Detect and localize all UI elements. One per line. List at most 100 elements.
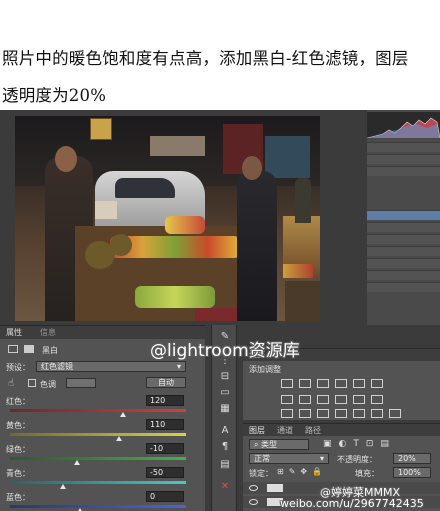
tab-channels[interactable]: 通道 [277,425,293,436]
adjustments-title: 添加调整 [249,365,281,374]
mask-icon[interactable] [24,345,34,353]
mini-layer[interactable] [367,234,440,244]
tint-checkbox[interactable] [28,379,36,387]
tab-properties[interactable]: 属性 [6,327,22,338]
slider-value-input[interactable]: 0 [146,491,184,502]
man-right-head [242,156,262,180]
swatch-tool-icon[interactable]: ▦ [218,403,232,415]
text-tool-icon[interactable]: A [218,425,232,437]
slider-thumb[interactable] [59,484,66,489]
adjustment-type-icon[interactable] [335,395,347,404]
slider-value-input[interactable]: 110 [146,419,184,430]
right-fruit [283,264,313,278]
slider-track[interactable] [10,409,186,412]
adjustment-type-icon[interactable] [335,409,347,418]
man-left-head [55,146,77,172]
adjustment-type-icon[interactable] [299,379,311,388]
auto-button[interactable]: 自动 [146,377,186,388]
mini-row [367,166,440,176]
slider-track[interactable] [10,481,186,484]
right-stall-lower [285,281,320,321]
adjustment-type-icon[interactable] [389,409,401,418]
slider-value-input[interactable]: -50 [146,467,184,478]
adjustment-type-icon[interactable] [353,379,365,388]
search-icon: ⌕ [254,440,262,449]
watermark-weibo-url: weibo.com/u/2967742435 [280,497,424,510]
preset-select[interactable]: 红色滤镜 ▾ [36,361,186,372]
paragraph-tool-icon[interactable]: ¶ [218,441,232,453]
fill-input[interactable]: 100% [393,467,431,478]
slider-value-input[interactable]: 120 [146,395,184,406]
slider-track[interactable] [10,505,186,508]
histogram [366,112,440,139]
adjustment-type-icon[interactable] [335,379,347,388]
adjustment-type-icon[interactable] [281,409,293,418]
mini-layer[interactable] [367,246,440,256]
blue-shop-front [265,136,310,178]
tab-layers[interactable]: 图层 [249,425,265,436]
tint-color-swatch[interactable] [66,378,96,388]
adjustment-type-icon[interactable] [317,409,329,418]
layer-tool-icon[interactable]: ▤ [218,459,232,471]
adjustment-name: 黑白 [42,346,58,355]
lock-icons[interactable]: ⊞✎✥🔒 [277,467,327,476]
car-window [115,178,175,198]
filter-row: ⌕ 类型 ▣◐T⊡▤ [243,439,440,450]
fill-label: 填充： [355,469,379,478]
paper-bag [95,201,117,219]
opacity-input[interactable]: 20% [393,453,431,464]
slider-value-input[interactable]: -10 [146,443,184,454]
blend-mode-value: 正常 [254,454,270,463]
adjustment-type-icon[interactable] [353,395,365,404]
blend-mode-select[interactable]: 正常 ▾ [249,453,329,464]
chevron-down-icon: ▾ [319,454,324,463]
adjustment-type-icon[interactable] [299,395,311,404]
caption-line-1: 照片中的暖色饱和度有点高，添加黑白-红色滤镜，图层 [2,49,409,68]
photoshop-window: 属性 信息 黑白 预设： 红色滤镜 ▾ ☝ 色调 自动 红色： 120 黄色： 110… [0,110,440,511]
shop-sign [90,118,112,140]
adjustment-icon [8,345,18,353]
adjustment-type-icon[interactable] [281,379,293,388]
storefront-lights [150,136,205,156]
adjustment-type-icon[interactable] [299,409,311,418]
slider-thumb[interactable] [73,460,80,465]
layers-tabs: 图层 通道 路径 [243,424,440,436]
adjustment-type-icon[interactable] [281,395,293,404]
chevron-down-icon: ▾ [176,362,181,371]
panel-tool-icon[interactable]: ▭ [218,387,232,399]
lock-row: 锁定： ⊞✎✥🔒 填充： 100% [243,467,440,478]
tab-paths[interactable]: 路径 [305,425,321,436]
mini-layer[interactable] [367,282,440,292]
slider-track[interactable] [10,433,186,436]
tint-label: 色调 [40,380,56,389]
mini-row [367,154,440,164]
mini-layer[interactable] [367,270,440,280]
preset-label: 预设： [6,363,30,372]
adjustment-type-icon[interactable] [353,409,365,418]
mini-row [367,142,440,152]
filter-select[interactable]: ⌕ 类型 [249,439,309,450]
adjustment-type-icon[interactable] [317,379,329,388]
slider-thumb[interactable] [116,436,123,441]
slider-label: 绿色： [6,445,30,454]
eye-icon[interactable] [249,499,258,505]
adjustment-type-icon[interactable] [371,379,383,388]
green-fruits [135,286,215,308]
curves-tool-icon[interactable]: ⊟ [218,371,232,383]
adjustment-type-icon[interactable] [371,395,383,404]
caption-line-2: 透明度为20% [2,86,107,105]
mini-layer[interactable] [367,258,440,268]
adjustment-type-icon[interactable] [371,409,383,418]
hand-tool-icon[interactable]: ☝ [8,378,14,389]
mini-layer[interactable] [367,222,440,232]
adjustment-type-icon[interactable] [317,395,329,404]
slider-track[interactable] [10,457,186,460]
photo-canvas[interactable] [15,116,320,321]
mini-layer-selected[interactable] [367,210,440,220]
close-icon[interactable]: ✕ [218,481,232,493]
filter-icons[interactable]: ▣◐T⊡▤ [323,439,396,449]
filter-label: 类型 [261,440,278,449]
eye-icon[interactable] [249,485,258,491]
slider-thumb[interactable] [119,412,126,417]
tab-info[interactable]: 信息 [40,327,56,338]
